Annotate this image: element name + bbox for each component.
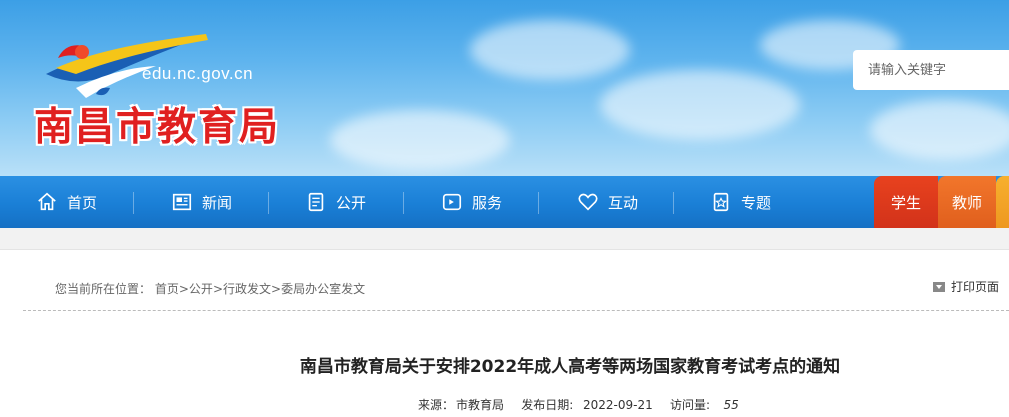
nav-item-news[interactable]: 新闻: [171, 176, 232, 228]
tab-more[interactable]: [996, 176, 1009, 228]
nav-item-service[interactable]: 服务: [441, 176, 502, 228]
topic-icon: [713, 192, 729, 212]
cloud-decoration: [870, 100, 1009, 160]
service-icon: [442, 193, 462, 211]
nav-divider: [673, 192, 674, 214]
main-nav: 首页 新闻 公开 服务 互动 专题: [0, 176, 1009, 228]
nav-item-topics[interactable]: 专题: [710, 176, 771, 228]
breadcrumb: 您当前所在位置： 首页>公开>行政发文>委局办公室发文: [55, 280, 365, 297]
nav-item-public[interactable]: 公开: [305, 176, 366, 228]
breadcrumb-separator: >: [212, 282, 223, 296]
article-meta: 来源： 市教育局 发布日期: 2022-09-21 访问量: 55: [418, 396, 741, 413]
date-label: 发布日期:: [521, 398, 574, 412]
source-value: 市教育局: [456, 398, 505, 412]
breadcrumb-prefix: 您当前所在位置：: [55, 282, 152, 296]
breadcrumb-link[interactable]: 公开: [189, 282, 213, 296]
site-name-logo[interactable]: 南昌市教育局: [34, 96, 280, 152]
print-label: 打印页面: [951, 280, 1000, 294]
tab-teacher[interactable]: 教师: [938, 176, 996, 228]
breadcrumb-separator: >: [178, 282, 189, 296]
article-title: 南昌市教育局关于安排2022年成人高考等两场国家教育考试考点的通知: [299, 357, 841, 377]
nav-label: 服务: [472, 193, 503, 212]
view-count: 55: [723, 398, 739, 412]
breadcrumb-link[interactable]: 委局办公室发文: [281, 282, 365, 296]
print-icon: [933, 281, 945, 292]
nav-label: 专题: [741, 193, 772, 212]
nav-divider: [133, 192, 134, 214]
print-page-button[interactable]: 打印页面: [933, 278, 999, 295]
cloud-decoration: [470, 20, 630, 80]
search-input[interactable]: [853, 50, 1009, 90]
nav-divider: [538, 192, 539, 214]
site-header: edu.nc.gov.cn 南昌市教育局: [0, 0, 1009, 176]
views-label: 访问量:: [670, 398, 711, 412]
nav-label: 公开: [336, 193, 367, 212]
nav-shadow-strip: [0, 228, 1009, 250]
nav-item-interaction[interactable]: 互动: [577, 176, 638, 228]
site-domain: edu.nc.gov.cn: [142, 64, 254, 83]
nav-divider: [268, 192, 269, 214]
tab-student[interactable]: 学生: [874, 176, 938, 228]
newspaper-icon: [172, 193, 192, 211]
nav-label: 首页: [67, 193, 98, 212]
document-icon: [308, 192, 324, 212]
breadcrumb-link[interactable]: 首页: [155, 282, 179, 296]
cloud-decoration: [330, 110, 510, 170]
publish-date: 2022-09-21: [582, 398, 653, 412]
nav-item-home[interactable]: 首页: [36, 176, 97, 228]
source-label: 来源：: [418, 398, 455, 412]
nav-label: 新闻: [202, 193, 233, 212]
nav-divider: [403, 192, 404, 214]
home-icon: [38, 192, 56, 211]
heart-icon: [578, 193, 598, 211]
breadcrumb-separator: >: [271, 282, 282, 296]
nav-label: 互动: [608, 193, 639, 212]
content-divider: [23, 310, 1009, 311]
breadcrumb-link[interactable]: 行政发文: [223, 282, 271, 296]
cloud-decoration: [600, 70, 800, 140]
